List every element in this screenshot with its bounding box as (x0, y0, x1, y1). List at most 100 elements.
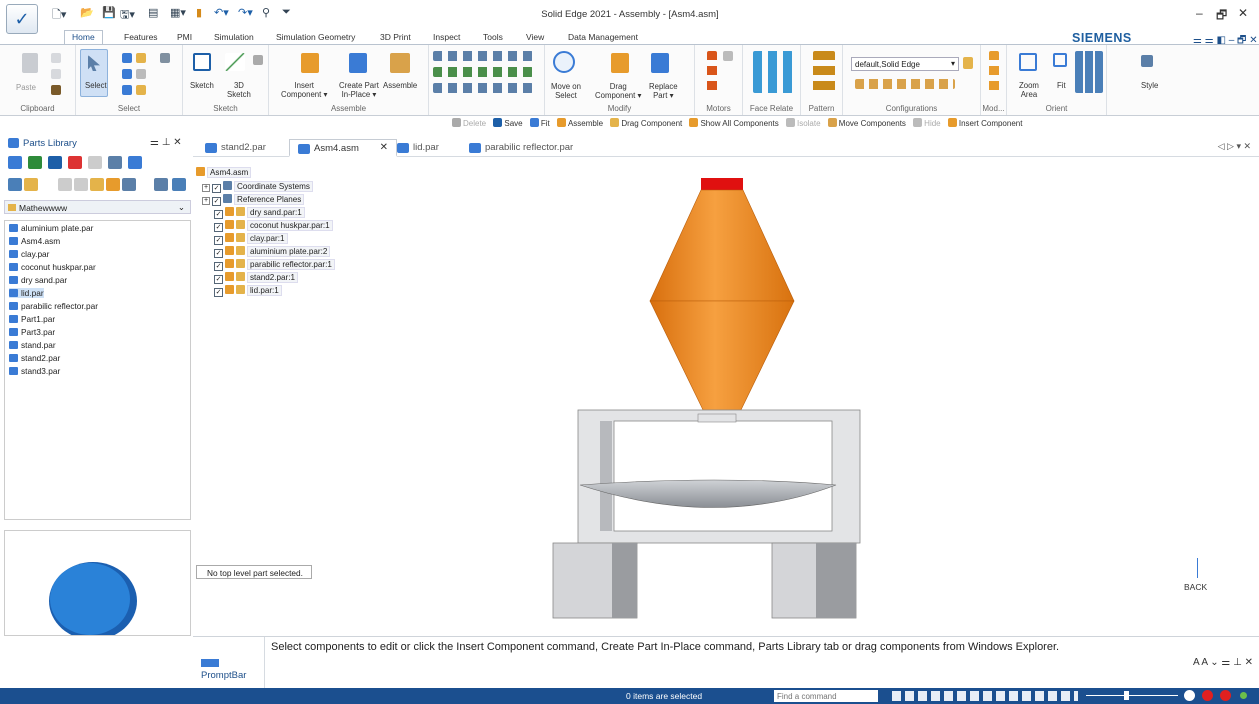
zoom-area-icon[interactable] (1019, 53, 1037, 71)
undo-icon[interactable]: ↶▾ (214, 6, 229, 19)
sketch-option-icon[interactable] (253, 55, 263, 65)
tree-icon[interactable] (108, 156, 122, 169)
lower-cone[interactable] (649, 300, 795, 415)
delete-command[interactable]: Delete (452, 118, 486, 128)
face-relate-icons[interactable] (753, 51, 793, 93)
sketch-button[interactable]: Sketch (190, 81, 214, 90)
fit-command[interactable]: Fit (529, 118, 550, 128)
format-painter-icon[interactable] (51, 85, 61, 95)
open-icon[interactable]: 📂 (80, 6, 94, 19)
view-cube[interactable]: BACK (1182, 558, 1222, 598)
select-zoom-icon[interactable] (160, 53, 170, 63)
view-list-icon[interactable] (8, 178, 22, 191)
folder-up-icon[interactable] (90, 178, 104, 191)
parts-icon[interactable] (128, 156, 142, 169)
customize-icon[interactable]: ⚲ (262, 6, 270, 19)
new-folder-icon[interactable] (106, 178, 120, 191)
display-config-icons[interactable] (855, 79, 955, 89)
drag-component-icon[interactable] (611, 53, 629, 73)
select-option-icon[interactable] (136, 69, 146, 79)
select-query-icon[interactable] (136, 85, 146, 95)
upper-cone[interactable] (649, 189, 795, 302)
list-item[interactable]: Asm4.asm (9, 236, 60, 246)
create-part-icon[interactable] (349, 53, 367, 73)
insert-component-button[interactable]: Insert Component ▾ (281, 81, 327, 99)
list-item[interactable]: aluminium plate.par (9, 223, 93, 233)
list-item[interactable]: coconut huskpar.par (9, 262, 96, 272)
replace-part-button[interactable]: Replace Part ▾ (649, 82, 678, 100)
create-part-in-place-button[interactable]: Create Part In-Place ▾ (339, 81, 379, 99)
checkbox[interactable]: ✓ (212, 197, 221, 206)
tree-item[interactable]: ✓ lid.par:1 (214, 285, 282, 297)
tab-pmi[interactable]: PMI (177, 32, 192, 42)
filter-icon[interactable] (154, 178, 168, 191)
checkbox[interactable]: ✓ (214, 262, 223, 271)
tab-nav-icons[interactable]: ◁ ▷ ▾ ✕ (1218, 141, 1251, 152)
config-save-icon[interactable] (963, 57, 973, 69)
color-icon[interactable] (68, 156, 82, 169)
motor-option-icon[interactable] (723, 51, 733, 61)
zoom-area-button[interactable]: Zoom Area (1019, 81, 1039, 99)
nav-back-icon[interactable] (58, 178, 72, 191)
checkbox[interactable]: ✓ (214, 288, 223, 297)
configuration-select[interactable]: default,Solid Edge ▾ (851, 57, 959, 71)
help-icon[interactable] (8, 156, 22, 169)
close-icon[interactable]: ✕ (380, 142, 388, 153)
checkbox[interactable]: ✓ (212, 184, 221, 193)
select-group-icon[interactable] (122, 69, 132, 79)
tab-stand2[interactable]: stand2.par (197, 139, 283, 157)
tree-item[interactable]: ✓ parabilic reflector.par:1 (214, 259, 335, 271)
view-thumb-icon[interactable] (24, 178, 38, 191)
checkbox[interactable]: ✓ (214, 210, 223, 219)
copy-icon[interactable] (51, 69, 61, 79)
list-item-selected[interactable]: lid.par (9, 288, 44, 298)
tab-view[interactable]: View (526, 32, 544, 42)
saveas-icon[interactable]: 🖫▾ (120, 6, 135, 25)
tree-item[interactable]: ✓ clay.par:1 (214, 233, 288, 245)
3d-sketch-button[interactable]: 3D Sketch (227, 81, 251, 99)
tab-asm4[interactable]: Asm4.asm ✕ (289, 139, 397, 157)
paste-button[interactable]: Paste (16, 83, 36, 92)
expand-icon[interactable]: + (202, 197, 210, 205)
assemble-icon[interactable] (390, 53, 410, 73)
search-icon[interactable] (172, 178, 186, 191)
tree-item[interactable]: + ✓ Coordinate Systems (202, 181, 313, 193)
view-orient-icons[interactable] (1075, 51, 1103, 93)
list-item[interactable]: Part1.par (9, 314, 55, 324)
views-dropdown-icon[interactable] (122, 178, 136, 191)
cone-cap[interactable] (701, 178, 743, 190)
checkbox[interactable]: ✓ (214, 249, 223, 258)
checkbox[interactable]: ✓ (214, 223, 223, 232)
style-icon[interactable] (1141, 55, 1153, 67)
tab-inspect[interactable]: Inspect (433, 32, 460, 42)
mod-icons[interactable] (989, 51, 999, 93)
print-icon[interactable]: ▤ (148, 6, 158, 19)
cut-icon[interactable] (51, 53, 61, 63)
relate-row1-icons[interactable] (433, 51, 533, 61)
minimize-icon[interactable]: – (1196, 6, 1203, 20)
tree-root[interactable]: Asm4.asm (196, 167, 252, 178)
sketch-icon[interactable] (193, 53, 211, 71)
style-button[interactable]: Style (1141, 81, 1158, 90)
tree-item[interactable]: ✓ stand2.par:1 (214, 272, 298, 284)
insert-component-icon[interactable] (301, 53, 319, 73)
show-all-command[interactable]: Show All Components (689, 118, 779, 128)
tree-item[interactable]: ✓ coconut huskpar.par:1 (214, 220, 333, 232)
3d-sketch-icon[interactable] (225, 53, 245, 71)
checkbox[interactable]: ✓ (214, 275, 223, 284)
tab-parabilic-reflector[interactable]: parabilic reflector.par (461, 139, 601, 157)
tree-item[interactable]: ✓ dry sand.par:1 (214, 207, 305, 219)
status-tool-icons[interactable] (892, 691, 1078, 701)
tree-item[interactable]: ✓ aluminium plate.par:2 (214, 246, 331, 258)
list-item[interactable]: parabilic reflector.par (9, 301, 98, 311)
save-icon[interactable]: 💾 (102, 6, 116, 19)
tree-item[interactable]: + ✓ Reference Planes (202, 194, 305, 206)
tab-home[interactable]: Home (64, 30, 103, 45)
hide-command[interactable]: Hide (913, 118, 941, 128)
fit-button[interactable]: Fit (1057, 81, 1066, 90)
drag-component-button[interactable]: Drag Component ▾ (595, 82, 641, 100)
list-item[interactable]: Part3.par (9, 327, 55, 337)
paste-icon[interactable] (22, 53, 38, 73)
zoom-slider-thumb[interactable] (1124, 691, 1129, 700)
search-disabled-icon[interactable] (88, 156, 102, 169)
